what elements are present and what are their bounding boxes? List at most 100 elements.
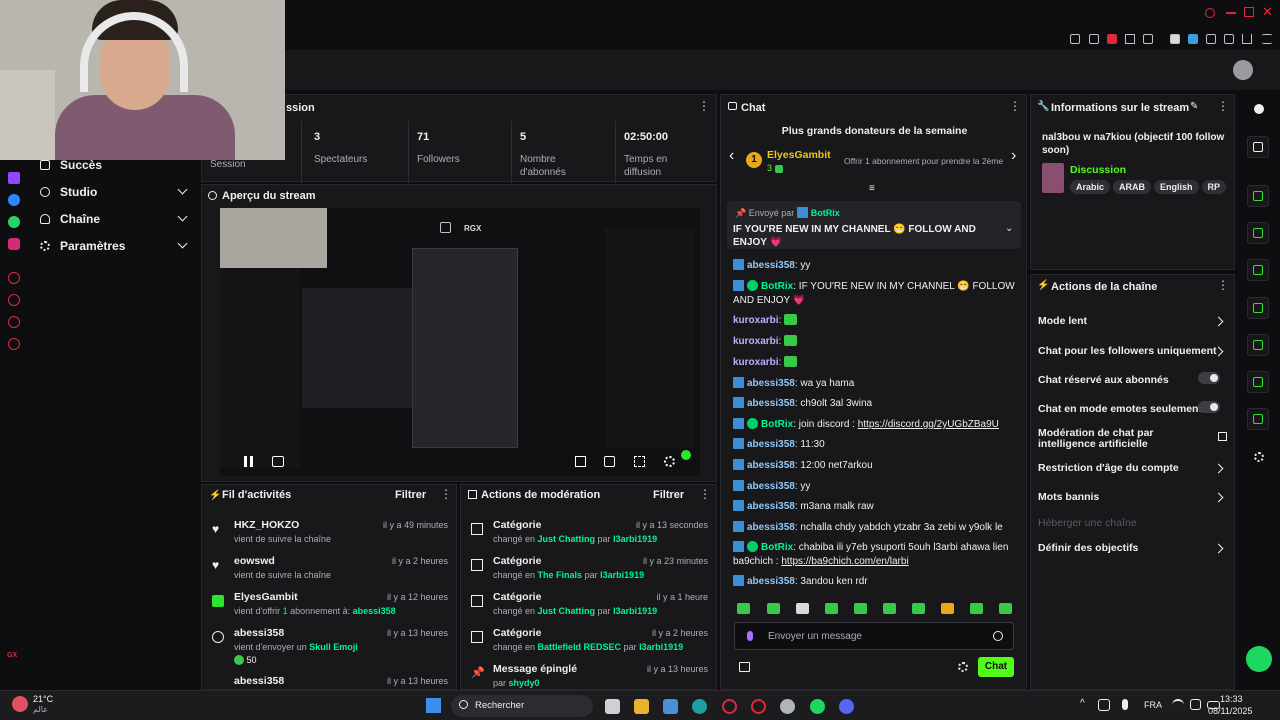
chat-link[interactable]: https://ba9chich.com/en/larbi [781,556,908,567]
action-subscribers-only[interactable]: Chat réservé aux abonnés [1038,372,1228,386]
action-emotes-only[interactable]: Chat en mode emotes seulement [1038,401,1228,415]
history-icon[interactable] [8,294,20,306]
activity-user[interactable]: abessi358 [234,675,284,687]
apps-icon[interactable] [1254,452,1264,462]
toggle-switch[interactable] [1198,401,1220,413]
taskbar-search[interactable]: Rechercher [451,695,593,717]
store-icon[interactable] [739,662,750,672]
toggle-switch[interactable] [1198,372,1220,384]
moderation-menu-button[interactable] [699,487,711,501]
player-icon[interactable] [8,272,20,284]
send-chat-button[interactable]: Chat [978,657,1014,677]
activity-user[interactable]: HKZ_HOKZO [234,519,299,531]
category-name[interactable]: Discussion [1070,164,1126,176]
nav-item-parametres[interactable]: Paramètres [40,235,190,257]
activity-filter-button[interactable]: Filtrer [395,489,426,501]
gear-icon[interactable] [958,662,968,672]
tag[interactable]: Arabic [1070,180,1111,194]
start-button[interactable] [426,698,441,713]
edit-icon[interactable]: ✎ [1190,101,1198,112]
language-indicator[interactable]: FRA [1144,700,1162,710]
emote-icon[interactable] [970,603,983,614]
donor-name[interactable]: ElyesGambit [767,149,831,161]
settings-icon[interactable] [8,338,20,350]
chat-menu-button[interactable] [1009,99,1021,113]
minimize-icon[interactable] [1205,8,1215,18]
instagram-icon[interactable] [8,238,20,250]
weather-temp[interactable]: 21°C [33,694,53,704]
whatsapp-icon[interactable] [8,216,20,228]
action-followers-only[interactable]: Chat pour les followers uniquement [1038,345,1228,357]
wifi-icon[interactable] [1172,699,1184,711]
clip-icon[interactable] [604,456,615,467]
puzzle-icon[interactable] [1224,34,1234,44]
quick-action-button[interactable] [1247,334,1269,356]
chat-link[interactable]: https://discord.gg/2yUGbZBa9U [858,419,999,430]
collapse-icon[interactable]: ≡ [869,183,875,194]
download-icon[interactable] [1242,34,1252,44]
store-icon[interactable] [663,699,678,714]
info-icon[interactable] [1254,104,1264,114]
quick-action-button[interactable] [1247,408,1269,430]
extension-grid-icon[interactable] [1170,34,1180,44]
support-button[interactable] [1246,646,1272,672]
pause-button[interactable] [244,456,253,467]
tag[interactable]: RP [1201,180,1227,194]
snapshot-icon[interactable] [1089,34,1099,44]
spotify-icon[interactable] [810,699,825,714]
clock-date[interactable]: 08/11/2025 [1208,706,1252,716]
edit-stream-button[interactable] [1247,136,1269,158]
activity-user[interactable]: eowswd [234,555,275,567]
volume-icon[interactable] [1190,699,1201,710]
opera-icon[interactable] [722,699,737,714]
action-ai-moderation[interactable]: Modération de chat par intelligence arti… [1038,428,1227,450]
emote-icon[interactable] [737,603,750,614]
pin-icon[interactable] [1070,34,1080,44]
task-view-icon[interactable] [605,699,620,714]
pocket-icon[interactable] [1107,34,1117,44]
moderation-filter-button[interactable]: Filtrer [653,489,684,501]
chat-input[interactable]: Envoyer un message [734,622,1014,650]
edge-icon[interactable] [692,699,707,714]
extension-blue-icon[interactable] [1188,34,1198,44]
fullscreen-icon[interactable] [634,456,645,467]
minimize-window-button[interactable] [1226,12,1236,14]
microphone-icon[interactable] [747,631,753,641]
tag[interactable]: ARAB [1113,180,1152,194]
quick-action-button[interactable] [1247,371,1269,393]
action-set-goals[interactable]: Définir des objectifs [1038,542,1228,554]
emote-icon[interactable] [999,603,1012,614]
maximize-window-button[interactable] [1244,7,1254,17]
gear-icon[interactable] [664,456,675,467]
emote-icon[interactable] [854,603,867,614]
quick-action-button[interactable] [1247,297,1269,319]
emoji-icon[interactable] [993,631,1003,641]
tray-chevron-icon[interactable]: ^ [1080,698,1085,709]
quick-action-button[interactable] [1247,222,1269,244]
tag[interactable]: English [1154,180,1199,194]
action-slow-mode[interactable]: Mode lent [1038,315,1228,327]
discord-icon[interactable] [839,699,854,714]
emote-icon[interactable] [825,603,838,614]
session-menu-button[interactable] [698,99,710,113]
opera-gx-icon[interactable] [751,699,766,714]
theater-mode-icon[interactable] [575,456,586,467]
mute-icon[interactable] [272,456,284,467]
pinned-message[interactable]: 📌 Envoyé par BotRix IF YOU'RE NEW IN MY … [727,201,1021,249]
info-menu-button[interactable] [1217,99,1229,113]
stream-video[interactable]: RGX [220,208,700,476]
clock-time[interactable]: 13:33 [1220,694,1243,704]
chevron-down-icon[interactable]: ⌄ [1005,223,1013,234]
tray-app-icon[interactable] [1098,699,1110,711]
play-icon[interactable] [1125,34,1135,44]
chevron-right-icon[interactable]: › [1011,147,1016,165]
emote-icon[interactable] [767,603,780,614]
steam-icon[interactable] [780,699,795,714]
quick-action-button[interactable] [1247,259,1269,281]
actions-menu-button[interactable] [1217,278,1229,292]
file-explorer-icon[interactable] [634,699,649,714]
activity-user[interactable]: ElyesGambit [234,591,298,603]
nav-item-studio[interactable]: Studio [40,181,190,203]
menu-icon[interactable] [1262,34,1272,44]
mic-icon[interactable] [1122,699,1128,710]
